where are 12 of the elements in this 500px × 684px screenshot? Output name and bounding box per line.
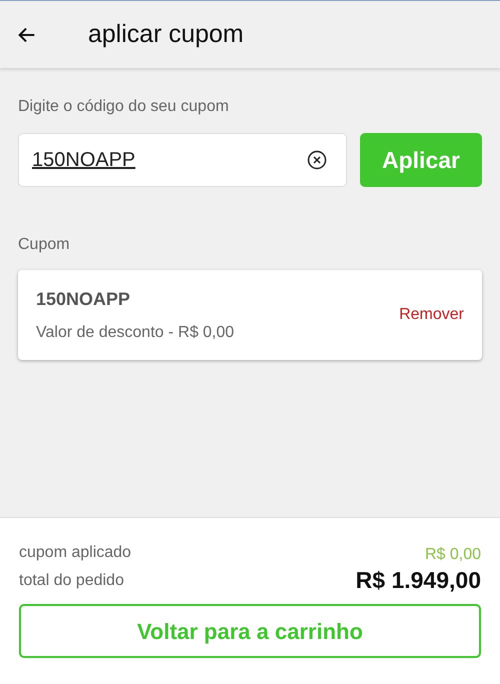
summary-value: R$ 1.949,00 (356, 566, 481, 594)
clear-icon[interactable] (307, 150, 327, 170)
coupon-input-field[interactable]: 150NOAPP (18, 133, 347, 187)
coupon-code: 150NOAPP (36, 288, 132, 310)
page-title: aplicar cupom (88, 18, 244, 50)
summary-value: R$ 0,00 (424, 545, 481, 565)
discount-text: Valor de desconto - R$ 0,00 (36, 322, 234, 342)
section-heading: Cupom (18, 235, 71, 255)
field-label: Digite o código do seu cupom (18, 97, 230, 117)
remove-link[interactable]: Remover (399, 303, 464, 327)
summary-label: cupom aplicado (19, 543, 132, 563)
summary-label: total do pedido (19, 571, 124, 591)
